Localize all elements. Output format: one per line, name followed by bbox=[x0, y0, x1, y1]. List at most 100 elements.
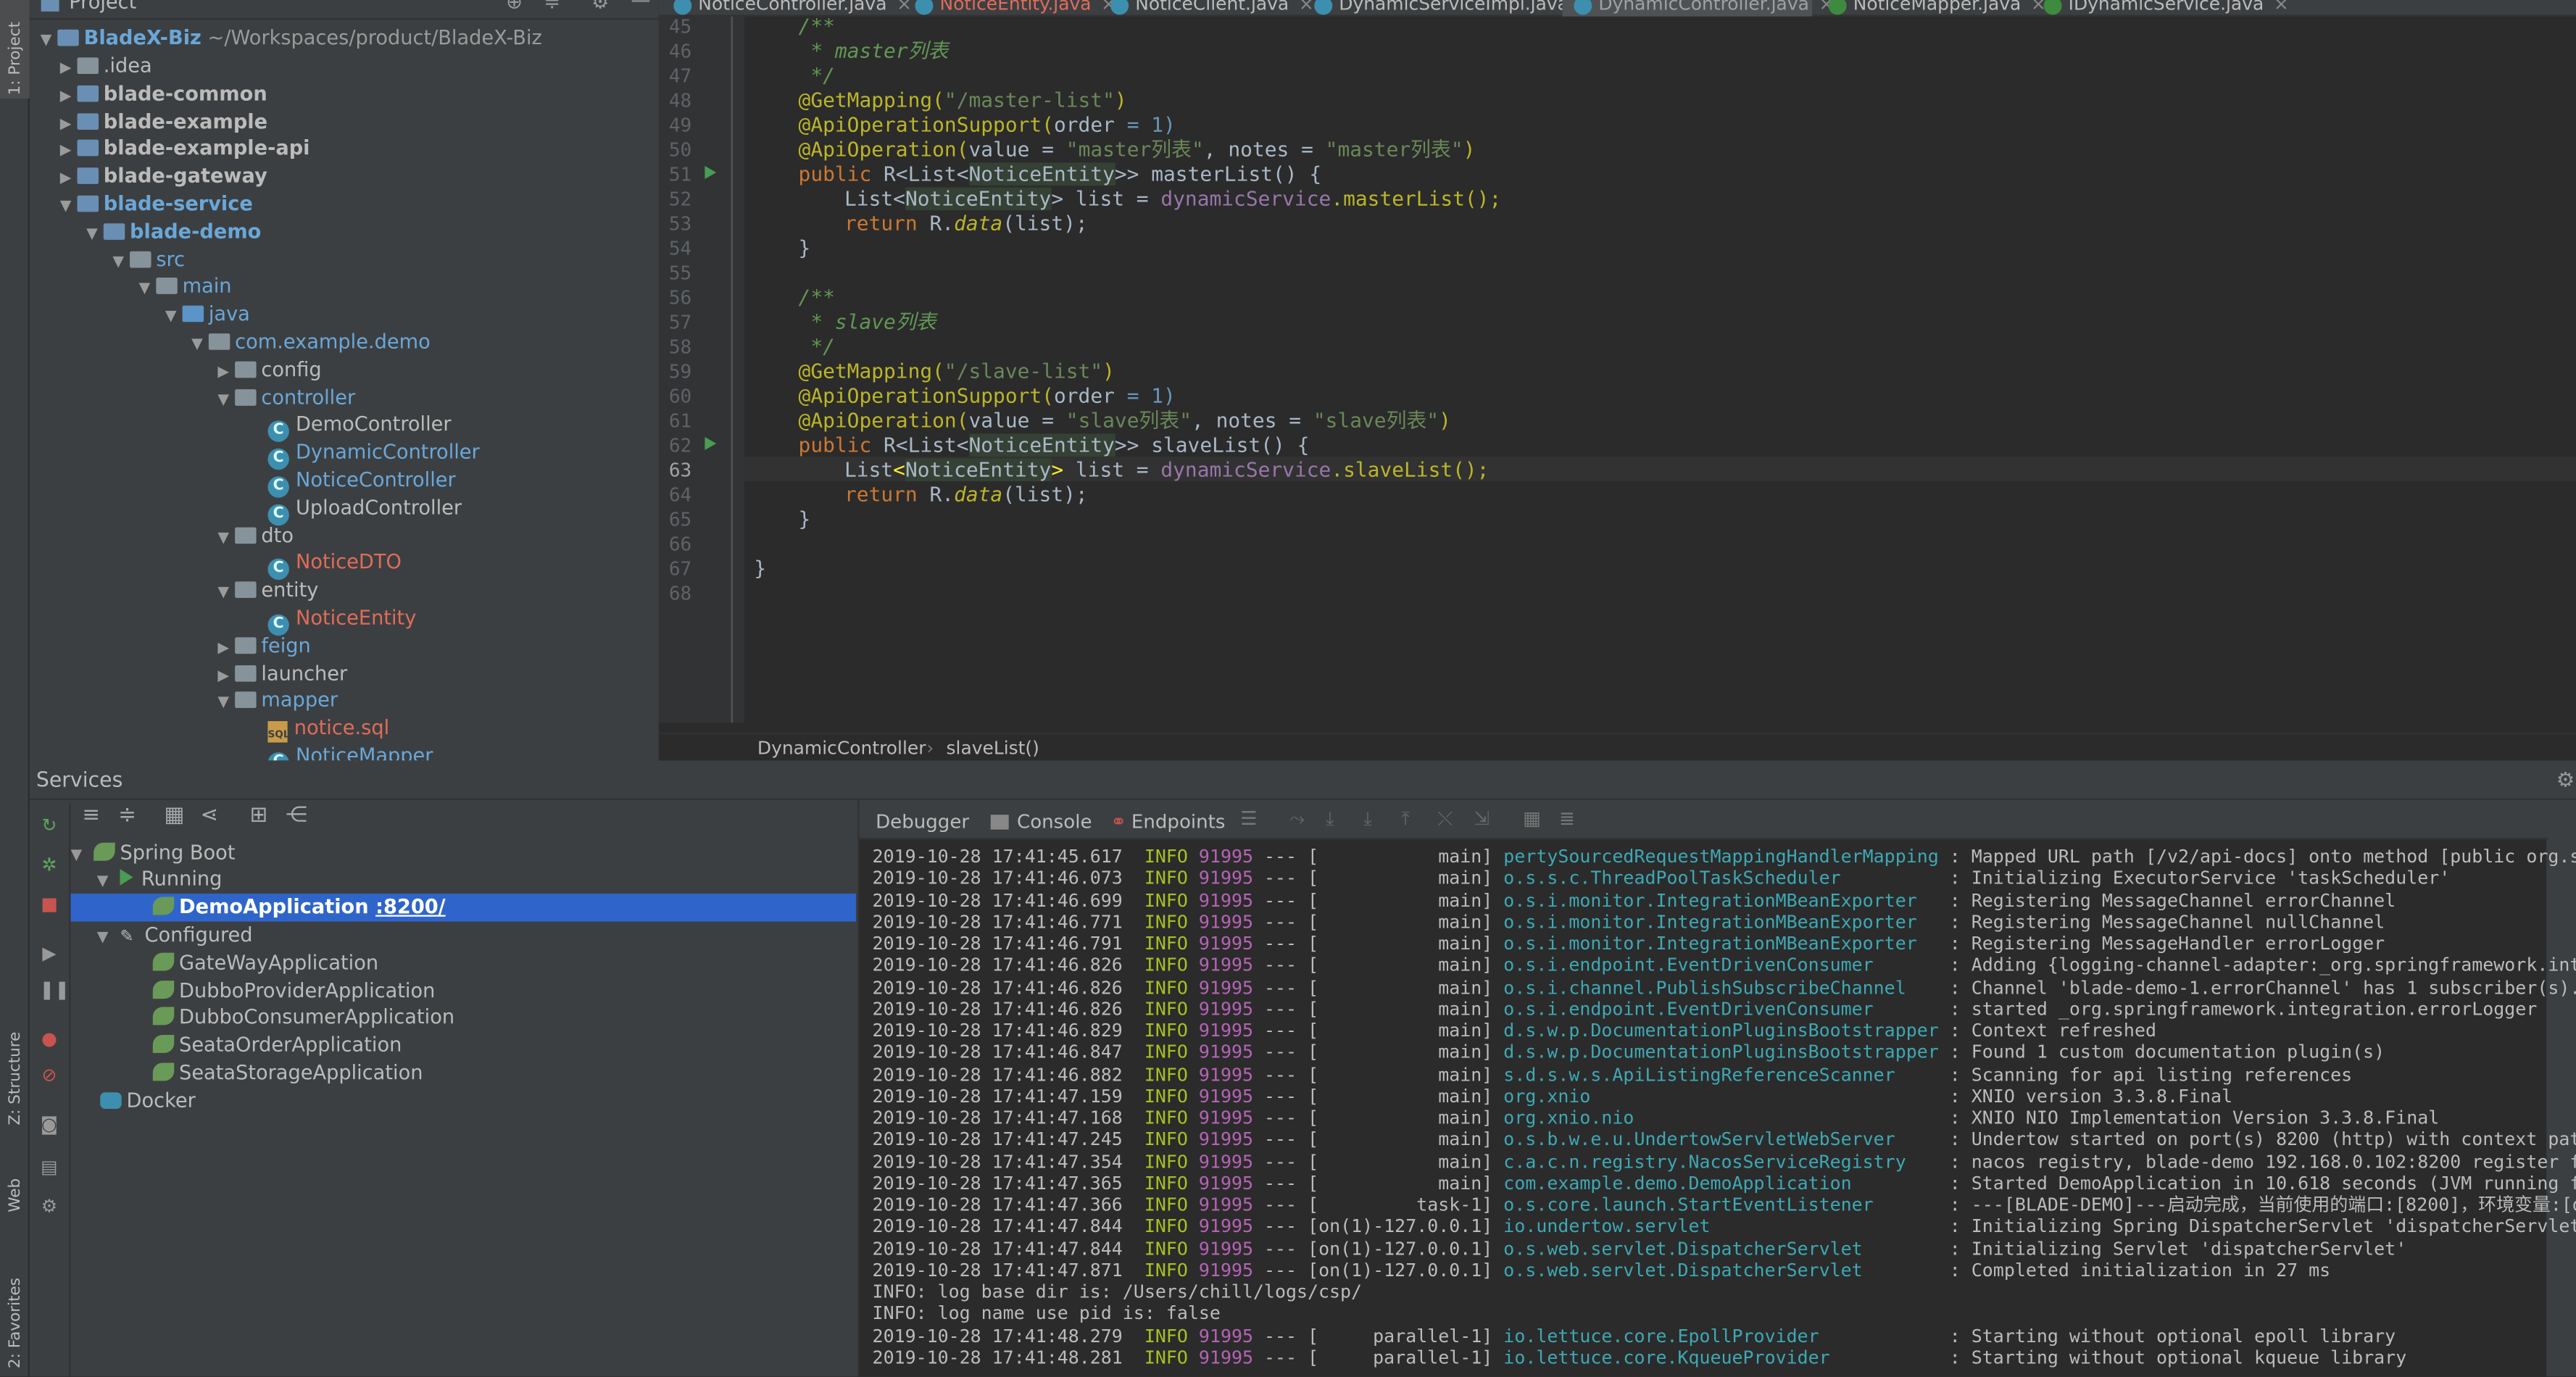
tree-item-entity[interactable]: ▼ entity bbox=[214, 577, 318, 604]
tab-noticecontroller[interactable]: NoticeController.java × bbox=[662, 0, 912, 17]
tree-item-controller[interactable]: ▼ controller bbox=[214, 383, 355, 411]
service-dubboconsumerapplication[interactable]: DubboConsumerApplication bbox=[152, 1004, 454, 1032]
tab-dynamiccontroller[interactable]: DynamicController.java × bbox=[1562, 0, 1834, 17]
resume-icon[interactable]: ▶ bbox=[39, 944, 59, 964]
settings-gear-icon[interactable]: ⚙ bbox=[591, 0, 609, 13]
log-level: INFO bbox=[1144, 954, 1188, 976]
tree-item-com-example-demo[interactable]: ▼ com.example.demo bbox=[187, 328, 431, 356]
structure-tool-tab[interactable]: Z: Structure bbox=[0, 1010, 30, 1133]
settings-gear-icon[interactable]: ⚙ bbox=[39, 1197, 59, 1217]
force-step-into-icon[interactable]: ⤓ bbox=[1363, 807, 1372, 831]
tab-noticemapper[interactable]: NoticeMapper.java × bbox=[1817, 0, 2046, 17]
code-line-63[interactable]: List<NoticeEntity> list = dynamicService… bbox=[844, 458, 1489, 483]
service-group-configured[interactable]: ▼ ✎ Configured bbox=[97, 921, 253, 949]
run-gutter-icon[interactable] bbox=[705, 436, 717, 451]
drop-frame-icon[interactable]: ⤬ bbox=[1437, 807, 1453, 831]
close-icon[interactable]: × bbox=[2274, 0, 2289, 14]
tree-item-launcher[interactable]: ▶ launcher bbox=[214, 660, 347, 687]
tree-item-democontroller[interactable]: C DemoController bbox=[267, 411, 452, 443]
step-over-icon[interactable]: ⤳ bbox=[1289, 807, 1305, 831]
tree-item-noticedto[interactable]: C NoticeDTO bbox=[267, 549, 402, 581]
run-to-cursor-icon[interactable]: ⇲ bbox=[1474, 807, 1489, 830]
log-pid: 91995 bbox=[1198, 889, 1254, 911]
expand-all-icon[interactable]: ≡ bbox=[82, 803, 100, 828]
service-gatewayapplication[interactable]: GateWayApplication bbox=[152, 949, 378, 976]
step-out-icon[interactable]: ⤒ bbox=[1401, 807, 1410, 831]
service-dubboproviderapplication[interactable]: DubboProviderApplication bbox=[152, 976, 436, 1004]
locate-icon[interactable]: ⊕ bbox=[506, 0, 523, 13]
service-port-link[interactable]: :8200/ bbox=[375, 895, 446, 918]
breadcrumb-method[interactable]: slaveList() bbox=[947, 734, 1039, 760]
tab-debugger[interactable]: Debugger bbox=[876, 800, 969, 839]
collapse-all-icon[interactable]: ≑ bbox=[118, 803, 136, 828]
tree-item-noticeentity[interactable]: C NoticeEntity bbox=[267, 604, 416, 636]
collapse-all-icon[interactable]: ≑ bbox=[544, 0, 560, 13]
breadcrumb-class[interactable]: DynamicController bbox=[757, 734, 926, 760]
tab-console[interactable]: Console bbox=[990, 800, 1092, 839]
tree-item-blade-service[interactable]: ▼ blade-service bbox=[56, 191, 253, 218]
tab-noticeclient[interactable]: NoticeClient.java × bbox=[1099, 0, 1314, 17]
step-into-icon[interactable]: ⤓ bbox=[1326, 807, 1334, 831]
tab-idynamicservice[interactable]: IDynamicService.java × bbox=[2032, 0, 2289, 17]
service-demoapplication[interactable]: DemoApplication :8200/ bbox=[70, 894, 856, 922]
tree-item-notice-sql[interactable]: SQL notice.sql bbox=[267, 715, 389, 743]
trace-icon[interactable]: ≣ bbox=[1559, 807, 1575, 830]
favorites-tool-tab[interactable]: 2: Favorites bbox=[0, 1240, 30, 1371]
tree-item-noticecontroller[interactable]: C NoticeController bbox=[267, 466, 456, 498]
tree-item-blade-example[interactable]: ▶ blade-example bbox=[56, 107, 267, 135]
tree-item-config[interactable]: ▶ config bbox=[214, 356, 321, 383]
log-line: 2019-10-28 17:41:47.844 INFO 91995 --- [… bbox=[873, 1216, 2576, 1238]
tree-item-blade-gateway[interactable]: ▶ blade-gateway bbox=[56, 163, 267, 191]
service-seatastorageapplication[interactable]: SeataStorageApplication bbox=[152, 1060, 423, 1087]
mute-breakpoints-icon[interactable]: ⊘ bbox=[39, 1065, 59, 1086]
layout-icon[interactable]: ▤ bbox=[39, 1157, 59, 1178]
services-tree: ▼ Spring Boot ▼ Running DemoApplication :8… bbox=[70, 836, 887, 1377]
hide-panel-icon[interactable]: — bbox=[631, 0, 650, 12]
tab-endpoints[interactable]: ⚭ Endpoints bbox=[1110, 800, 1225, 839]
tree-item-noticemapper[interactable]: C NoticeMapper bbox=[267, 742, 433, 761]
tab-label: DynamicServiceImpl.java bbox=[1339, 0, 1569, 15]
service-group-running[interactable]: ▼ Running bbox=[97, 866, 223, 894]
tree-item-blade-demo[interactable]: ▼ blade-demo bbox=[82, 218, 261, 246]
tree-item-blade-example-api[interactable]: ▶ blade-example-api bbox=[56, 136, 310, 163]
rerun-icon[interactable]: ↻ bbox=[39, 815, 59, 836]
tree-item-blade-common[interactable]: ▶ blade-common bbox=[56, 80, 267, 108]
debug-icon[interactable]: ✲ bbox=[39, 855, 59, 875]
service-group-spring-boot[interactable]: ▼ Spring Boot bbox=[70, 839, 235, 866]
settings-gear-icon[interactable]: ⚙ bbox=[2556, 760, 2575, 799]
tree-item-uploadcontroller[interactable]: C UploadController bbox=[267, 494, 462, 525]
log-message: : Adding {logging-channel-adapter:_org.s… bbox=[1949, 954, 2576, 976]
tree-item-dto[interactable]: ▼ dto bbox=[214, 522, 294, 549]
share-icon[interactable]: ⋲ bbox=[286, 803, 307, 828]
stop-icon[interactable]: ■ bbox=[39, 894, 59, 915]
line-number: 58 bbox=[668, 335, 692, 359]
tree-item-java[interactable]: ▼ java bbox=[161, 301, 250, 328]
service-group-docker[interactable]: Docker bbox=[100, 1087, 196, 1115]
pause-icon[interactable]: ❚❚ bbox=[39, 980, 70, 1000]
tree-item-mapper[interactable]: ▼ mapper bbox=[214, 687, 338, 715]
project-tool-tab[interactable]: 1: Project bbox=[0, 0, 30, 99]
tree-item-feign[interactable]: ▶ feign bbox=[214, 632, 310, 660]
tree-item-idea[interactable]: ▶ .idea bbox=[56, 53, 152, 80]
camera-icon[interactable]: ◙ bbox=[39, 1115, 59, 1135]
filter-icon[interactable]: ⋖ bbox=[201, 803, 219, 828]
breakpoints-icon[interactable]: ● bbox=[39, 1029, 59, 1049]
web-tool-tab[interactable]: Web bbox=[0, 1150, 30, 1224]
menu-icon[interactable]: ☰ bbox=[1240, 807, 1257, 830]
evaluate-icon[interactable]: ▦ bbox=[1523, 807, 1541, 830]
log-message: : Mapped URL path [/v2/api-docs] onto me… bbox=[1949, 846, 2576, 868]
spring-boot-icon bbox=[152, 1062, 175, 1081]
run-gutter-icon[interactable] bbox=[705, 165, 717, 180]
tree-item-dynamiccontroller[interactable]: C DynamicController bbox=[267, 438, 480, 470]
service-label: SeataStorageApplication bbox=[179, 1060, 423, 1084]
group-by-icon[interactable]: ▦ bbox=[165, 803, 185, 828]
tree-item-bladex-biz[interactable]: ▼ BladeX-Biz ~/Workspaces/product/BladeX-… bbox=[36, 25, 542, 52]
log-thread: main] bbox=[1318, 1085, 1493, 1107]
service-seataorderapplication[interactable]: SeataOrderApplication bbox=[152, 1032, 402, 1060]
tree-item-src[interactable]: ▼ src bbox=[109, 246, 185, 273]
tree-item-main[interactable]: ▼ main bbox=[135, 273, 232, 301]
tab-noticeentity[interactable]: NoticeEntity.java × bbox=[904, 0, 1116, 17]
add-service-icon[interactable]: ⊞ bbox=[250, 803, 268, 828]
tab-dynamicserviceimpl[interactable]: DynamicServiceImpl.java× bbox=[1302, 0, 1593, 17]
log-message: : XNIO version 3.3.8.Final bbox=[1949, 1085, 2233, 1107]
